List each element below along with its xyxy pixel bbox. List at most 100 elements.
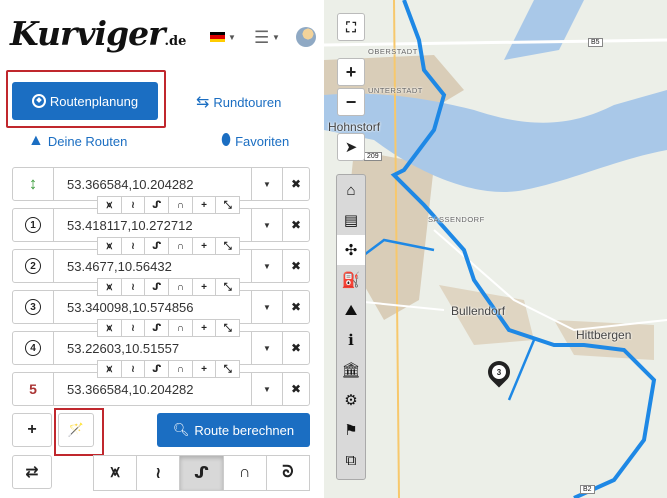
- compress-icon[interactable]: ⤡: [215, 360, 241, 378]
- curviest-icon[interactable]: ∩: [168, 278, 193, 296]
- fuel-icon[interactable]: ⛽: [337, 265, 365, 295]
- add-waypoint-icon[interactable]: +: [191, 237, 217, 255]
- curvy-icon[interactable]: ≀: [136, 455, 181, 491]
- flag-icon[interactable]: ⚑: [337, 415, 365, 445]
- waypoint-number: 4: [25, 340, 41, 356]
- zoom-in-button[interactable]: +: [337, 58, 365, 86]
- map-icon[interactable]: ▤: [337, 205, 365, 235]
- calculate-route-label: Route berechnen: [194, 422, 295, 438]
- add-waypoint-icon[interactable]: +: [191, 360, 217, 378]
- curvier-icon[interactable]: ᔑ: [144, 360, 170, 378]
- compress-icon[interactable]: ⤡: [215, 237, 241, 255]
- fullscreen-icon[interactable]: ⛶: [337, 13, 365, 41]
- info-icon[interactable]: ℹ: [337, 325, 365, 355]
- map-view[interactable]: OBERSTADT UNTERSTADT Hohnstorf SASSENDOR…: [324, 0, 667, 498]
- chevron-down-icon[interactable]: ▼: [251, 249, 283, 283]
- map-label-bullendorf: Bullendorf: [451, 304, 506, 318]
- compress-icon[interactable]: ⤡: [215, 278, 241, 296]
- compass-icon: [31, 94, 46, 108]
- kurviger-logo[interactable]: Kurviger.de: [10, 14, 186, 53]
- waypoint-number: 5: [29, 381, 37, 397]
- zoom-out-button[interactable]: −: [337, 88, 365, 116]
- highway-icon[interactable]: ⩙: [97, 196, 122, 214]
- map-label-oberstadt: OBERSTADT: [368, 47, 418, 56]
- curvy-icon[interactable]: ≀: [120, 319, 146, 337]
- map-toolbar: ⌂ ▤ ✣ ⛽ ⛰ ℹ 🏛︎ ⚙ ⚑ ⧉: [336, 174, 366, 480]
- curvier-icon[interactable]: ᔑ: [179, 455, 224, 491]
- waypoint-marker[interactable]: ↕: [12, 167, 54, 201]
- calculate-route-button[interactable]: 🔍︎ Route berechnen: [157, 413, 310, 447]
- remove-icon[interactable]: ✖: [282, 290, 310, 324]
- highway-icon[interactable]: ⩙: [97, 278, 122, 296]
- loop-icon: ⇆: [196, 94, 210, 111]
- waypoint-number: 1: [25, 217, 41, 233]
- remove-icon[interactable]: ✖: [282, 331, 310, 365]
- home-icon[interactable]: ⌂: [337, 175, 365, 205]
- remove-icon[interactable]: ✖: [282, 208, 310, 242]
- highway-icon[interactable]: ⩙: [93, 455, 138, 491]
- chevron-down-icon[interactable]: ▼: [251, 290, 283, 324]
- waypoint-marker[interactable]: 3: [12, 290, 54, 324]
- waypoint-marker[interactable]: 1: [12, 208, 54, 242]
- mountain-icon[interactable]: ⛰: [337, 295, 365, 325]
- add-waypoint-button[interactable]: +: [12, 413, 52, 447]
- chevron-down-icon[interactable]: ▼: [251, 331, 283, 365]
- curvier-icon[interactable]: ᔑ: [144, 278, 170, 296]
- waypoint-marker[interactable]: 4: [12, 331, 54, 365]
- user-avatar[interactable]: [296, 27, 316, 47]
- reverse-route-button[interactable]: ⇄: [12, 455, 52, 489]
- remove-icon[interactable]: ✖: [282, 249, 310, 283]
- curviest-icon[interactable]: ∩: [168, 237, 193, 255]
- extreme-curvy-icon[interactable]: ᘐ: [265, 455, 311, 491]
- chevron-down-icon[interactable]: ▼: [251, 208, 283, 242]
- map-label-hohnstorf: Hohnstorf: [328, 120, 381, 134]
- segment-type-selector: ⩙ ≀ ᔑ ∩ + ⤡: [97, 196, 241, 214]
- chevron-down-icon[interactable]: ▼: [251, 372, 283, 406]
- route-planning-label: Routenplanung: [49, 93, 139, 109]
- road-badge-b5: B5: [588, 38, 603, 47]
- curvy-icon[interactable]: ≀: [120, 278, 146, 296]
- remove-icon[interactable]: ✖: [282, 167, 310, 201]
- waypoint-number: 2: [25, 258, 41, 274]
- remove-icon[interactable]: ✖: [282, 372, 310, 406]
- expand-icon[interactable]: ✣: [337, 235, 365, 265]
- binoculars-icon[interactable]: ⧉: [337, 445, 365, 475]
- add-waypoint-icon[interactable]: +: [191, 196, 217, 214]
- curvier-icon[interactable]: ᔑ: [144, 319, 170, 337]
- road-badge-209: 209: [364, 152, 382, 161]
- magic-wand-icon[interactable]: 🪄: [58, 413, 94, 447]
- waypoint-marker[interactable]: 5: [12, 372, 54, 406]
- chevron-down-icon[interactable]: ▼: [251, 167, 283, 201]
- curvier-icon[interactable]: ᔑ: [144, 196, 170, 214]
- road-icon: ▲: [28, 132, 44, 149]
- de-flag-icon[interactable]: [210, 32, 225, 42]
- curvy-icon[interactable]: ≀: [120, 360, 146, 378]
- highway-icon[interactable]: ⩙: [97, 319, 122, 337]
- hamburger-icon[interactable]: ☰: [254, 28, 269, 48]
- curvy-icon[interactable]: ≀: [120, 196, 146, 214]
- landmark-icon[interactable]: 🏛︎: [337, 355, 365, 385]
- gear-icon[interactable]: ⚙: [337, 385, 365, 415]
- your-routes-link[interactable]: ▲ Deine Routen: [28, 132, 127, 150]
- round-trips-label: Rundtouren: [213, 94, 282, 110]
- compress-icon[interactable]: ⤡: [215, 319, 241, 337]
- compress-icon[interactable]: ⤡: [215, 196, 241, 214]
- curvier-icon[interactable]: ᔑ: [144, 237, 170, 255]
- favorites-link[interactable]: ⬮ Favoriten: [221, 132, 289, 150]
- chevron-down-icon: ▼: [272, 33, 280, 42]
- curviest-icon[interactable]: ∩: [168, 319, 193, 337]
- waypoint-number: 3: [25, 299, 41, 315]
- locate-arrow-icon[interactable]: ➤: [337, 133, 365, 161]
- curviest-icon[interactable]: ∩: [168, 360, 193, 378]
- curvy-icon[interactable]: ≀: [120, 237, 146, 255]
- route-planning-button[interactable]: Routenplanung: [12, 82, 158, 120]
- highway-icon[interactable]: ⩙: [97, 237, 122, 255]
- highway-icon[interactable]: ⩙: [97, 360, 122, 378]
- curviest-icon[interactable]: ∩: [222, 455, 267, 491]
- add-waypoint-icon[interactable]: +: [191, 278, 217, 296]
- favorites-label: Favoriten: [235, 133, 290, 149]
- add-waypoint-icon[interactable]: +: [191, 319, 217, 337]
- waypoint-marker[interactable]: 2: [12, 249, 54, 283]
- curviest-icon[interactable]: ∩: [168, 196, 193, 214]
- round-trips-link[interactable]: ⇆ Rundtouren: [196, 92, 281, 112]
